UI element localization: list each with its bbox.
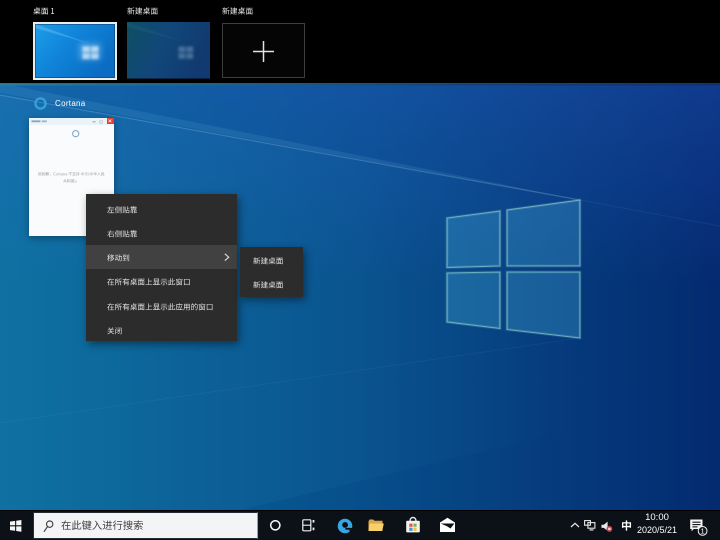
- svg-text:1: 1: [701, 527, 705, 536]
